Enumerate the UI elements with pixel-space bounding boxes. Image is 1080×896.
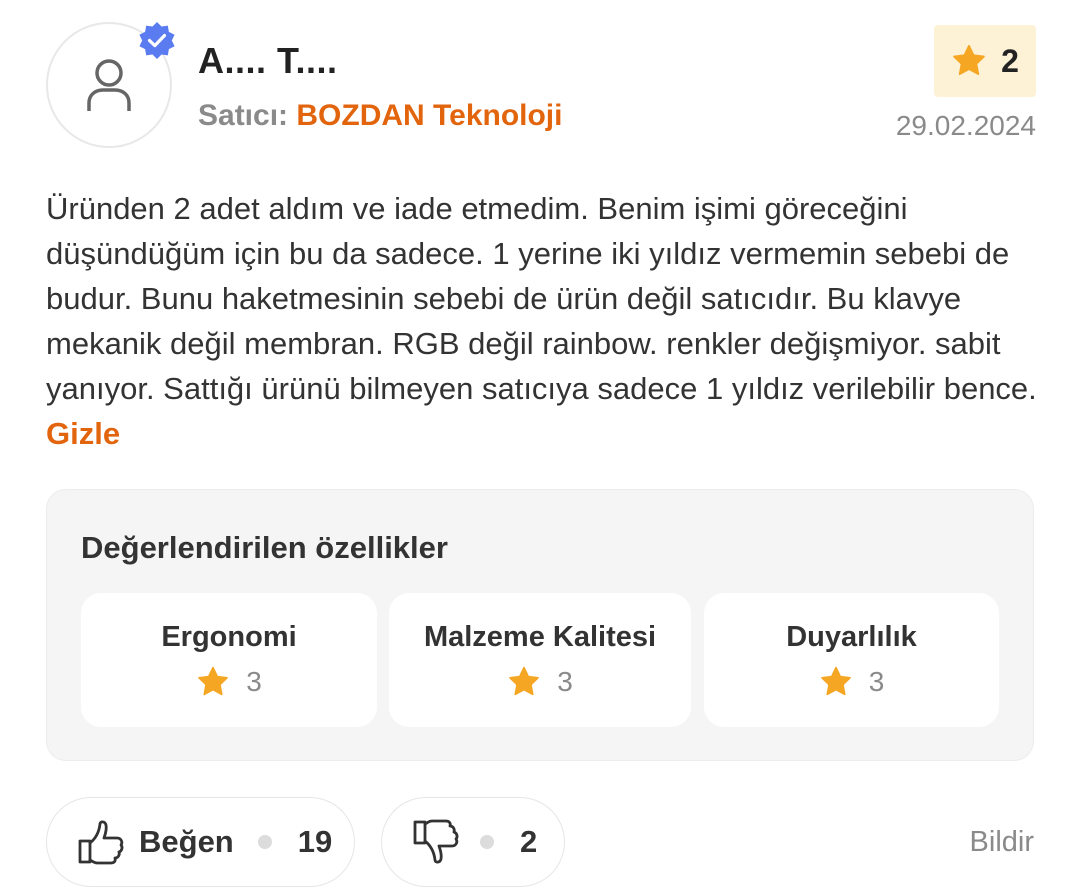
hide-link[interactable]: Gizle [46, 416, 120, 451]
feature-card-ergonomi: Ergonomi 3 [81, 593, 377, 727]
feature-card-malzeme-kalitesi: Malzeme Kalitesi 3 [389, 593, 691, 727]
feature-score-row: 3 [196, 666, 262, 698]
seller-label: Satıcı: [198, 99, 289, 132]
separator-dot [257, 835, 272, 849]
feature-name: Duyarlılık [786, 621, 917, 653]
star-icon [198, 666, 229, 696]
like-label: Beğen [139, 824, 234, 859]
like-button[interactable]: Beğen 19 [46, 797, 355, 887]
thumbs-down-icon [413, 819, 459, 864]
review-date: 29.02.2024 [895, 110, 1036, 141]
dislike-button[interactable]: 2 [381, 797, 565, 887]
star-icon [953, 44, 985, 76]
star-icon [509, 666, 540, 696]
feature-card-duyarlilik: Duyarlılık 3 [704, 593, 999, 727]
feature-name: Malzeme Kalitesi [423, 621, 657, 653]
rating-value: 2 [1001, 42, 1019, 79]
seller-info: Satıcı: BOZDAN Teknoloji [198, 99, 562, 133]
review-body: Üründen 2 adet aldım ve iade etmedim. Be… [46, 191, 1037, 406]
feature-name: Ergonomi [161, 621, 297, 653]
thumbs-up-icon [78, 820, 124, 865]
feature-score: 3 [557, 666, 573, 697]
report-link[interactable]: Bildir [970, 826, 1034, 859]
rated-features-panel: Değerlendirilen özellikler Ergonomi 3 Ma… [46, 489, 1034, 761]
separator-dot [480, 835, 494, 849]
rating-badge: 2 [934, 25, 1036, 97]
review-text: Üründen 2 adet aldım ve iade etmedim. Be… [46, 186, 1038, 456]
dislike-count: 2 [520, 824, 538, 859]
feature-score-row: 3 [507, 666, 573, 698]
feature-score: 3 [868, 666, 885, 697]
verified-icon [139, 22, 175, 59]
features-title: Değerlendirilen özellikler [81, 530, 448, 565]
seller-link[interactable]: BOZDAN Teknoloji [296, 99, 562, 132]
feature-score: 3 [246, 666, 262, 697]
feature-score-row: 3 [819, 666, 885, 698]
user-icon [87, 59, 131, 111]
reviewer-name: A.... T.... [198, 40, 338, 81]
star-icon [820, 666, 851, 696]
like-count: 19 [297, 824, 333, 859]
